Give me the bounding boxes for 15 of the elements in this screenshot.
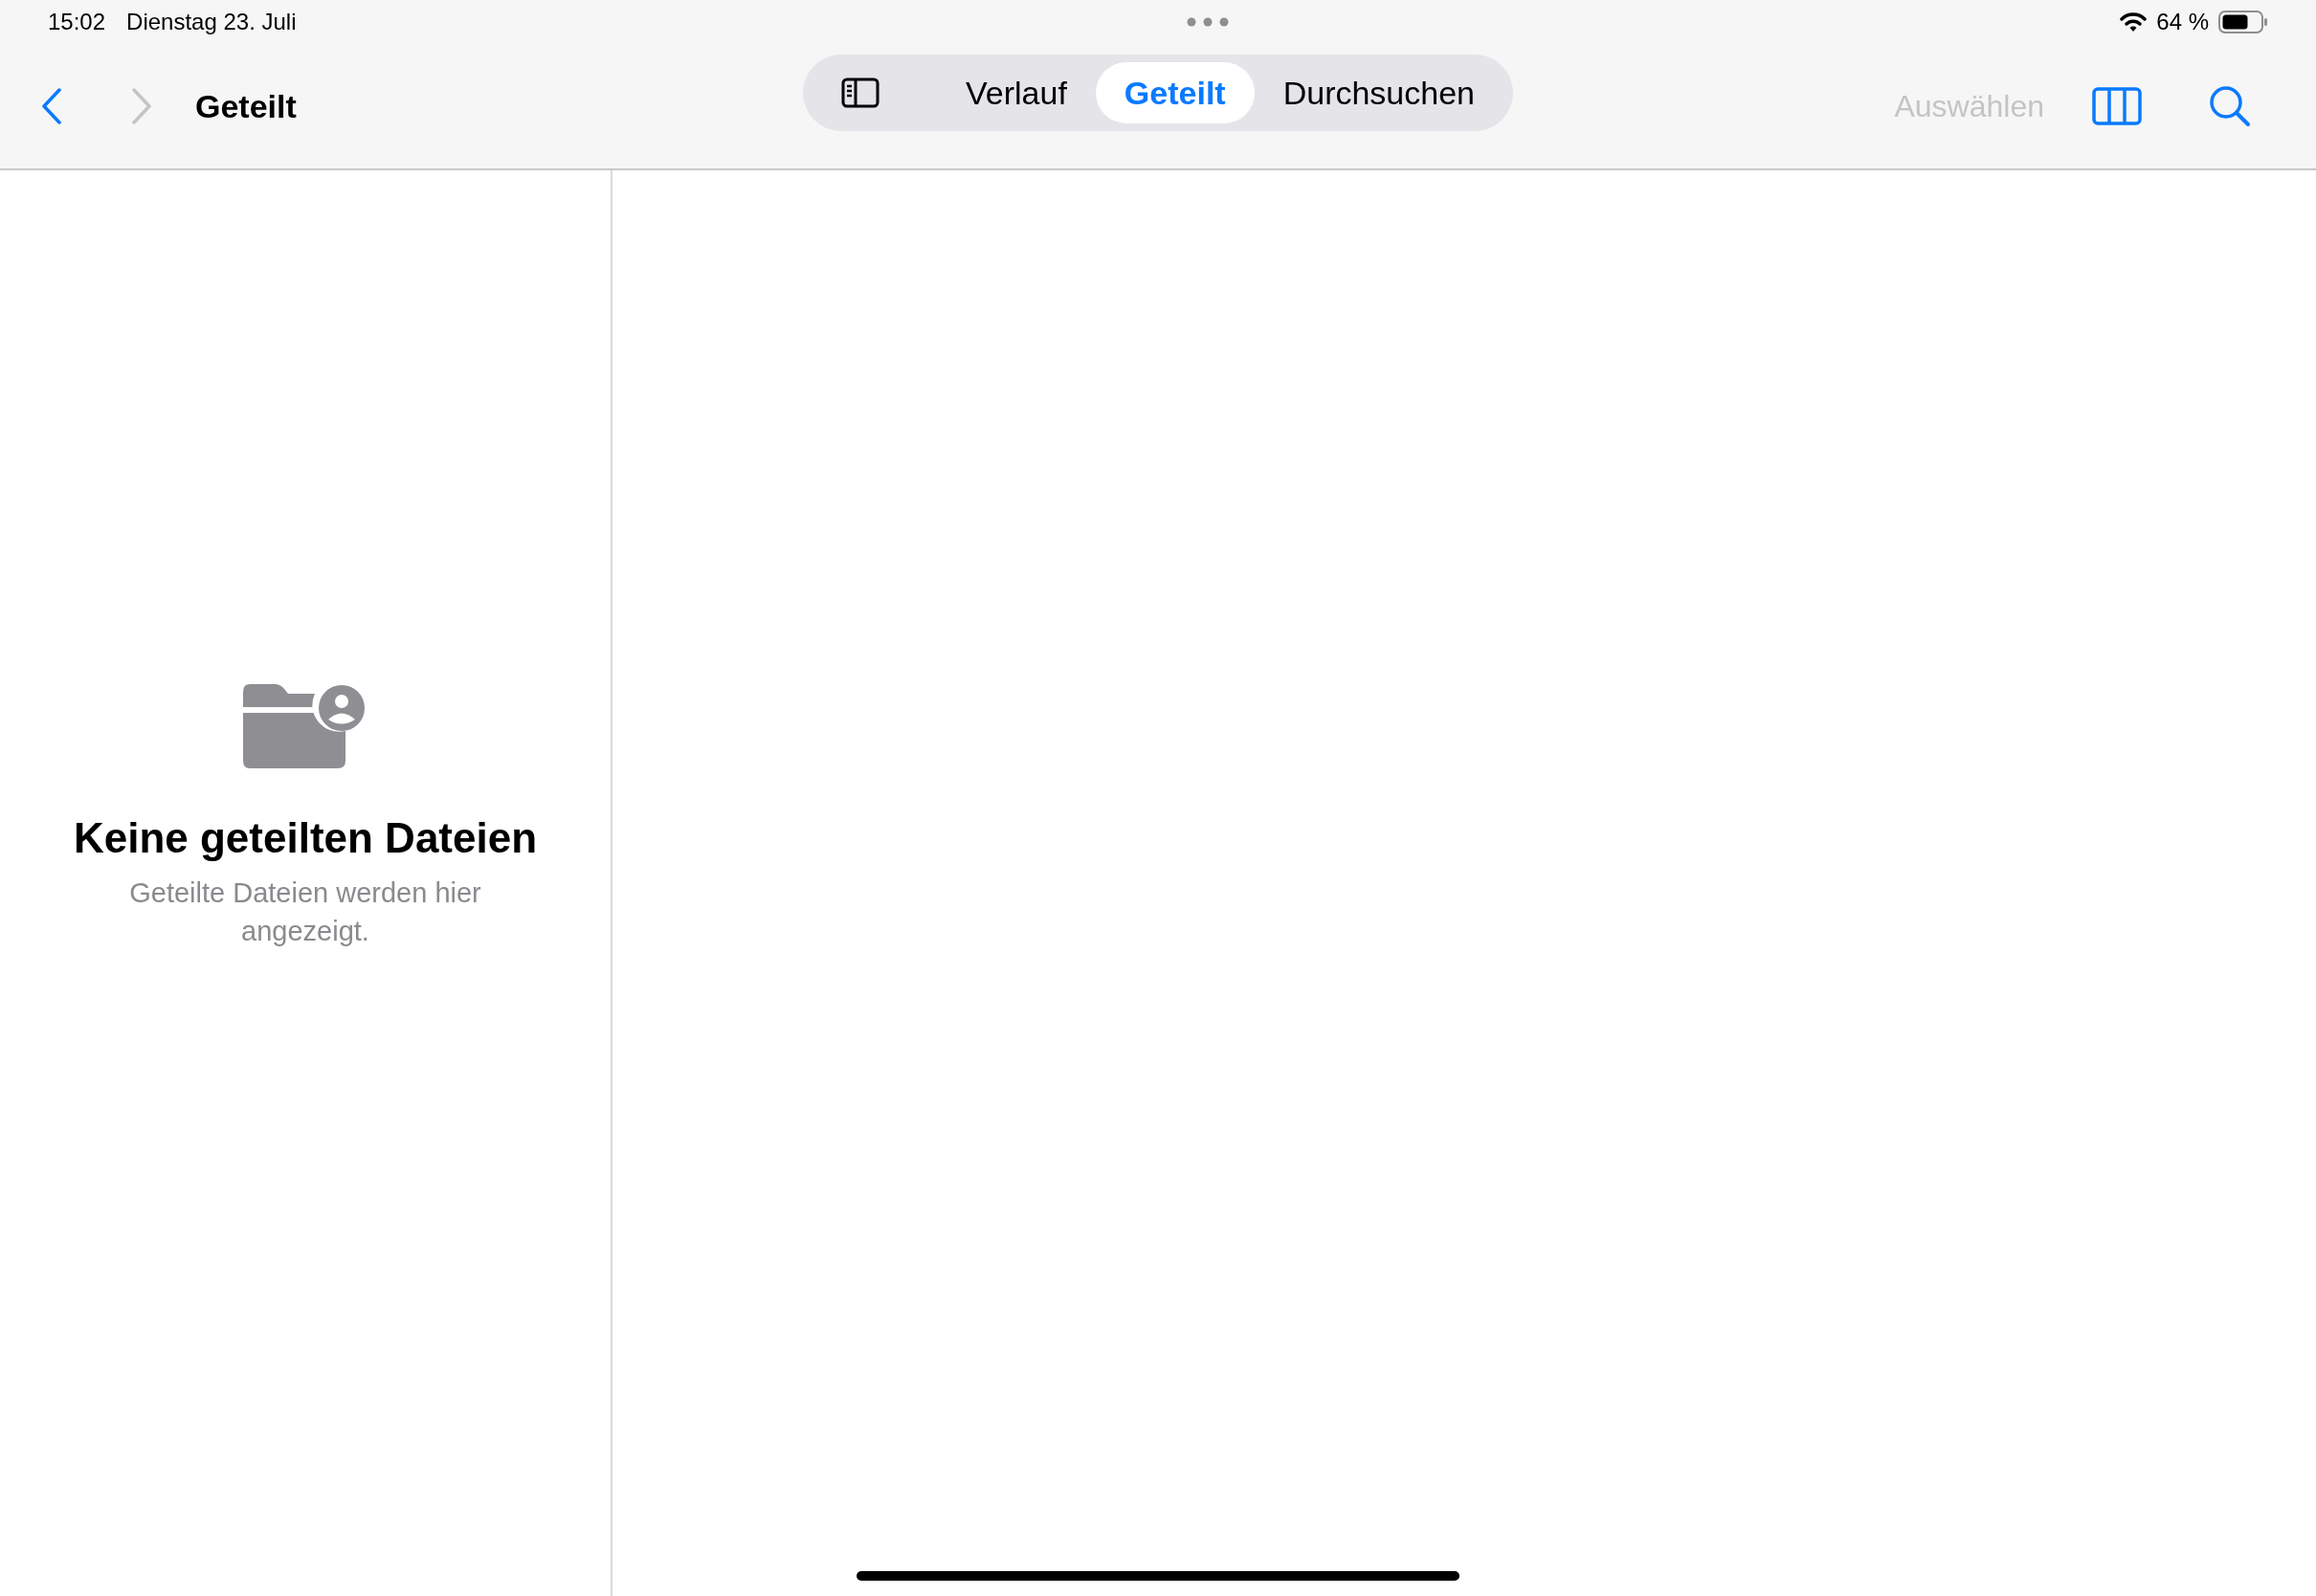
sidebar-toggle-icon[interactable] bbox=[841, 78, 880, 108]
status-date: Dienstag 23. Juli bbox=[126, 8, 297, 36]
page-title: Geteilt bbox=[195, 86, 297, 126]
battery-percentage: 64 % bbox=[2156, 8, 2209, 36]
tab[interactable]: Geteilt bbox=[1095, 62, 1255, 123]
empty-state-message: Geteilte Dateien werden hier angezeigt. bbox=[128, 876, 482, 948]
empty-state-title: Keine geteilten Dateien bbox=[73, 813, 538, 863]
tab[interactable]: Verlauf bbox=[937, 62, 1096, 123]
column-view-icon[interactable] bbox=[2092, 87, 2142, 125]
wifi-icon bbox=[2120, 11, 2148, 33]
status-time: 15:02 bbox=[48, 8, 106, 36]
battery-icon bbox=[2218, 11, 2268, 33]
search-icon[interactable] bbox=[2209, 85, 2251, 127]
tab[interactable]: Durchsuchen bbox=[1254, 62, 1503, 123]
more-dots-icon[interactable] bbox=[1187, 17, 1230, 27]
